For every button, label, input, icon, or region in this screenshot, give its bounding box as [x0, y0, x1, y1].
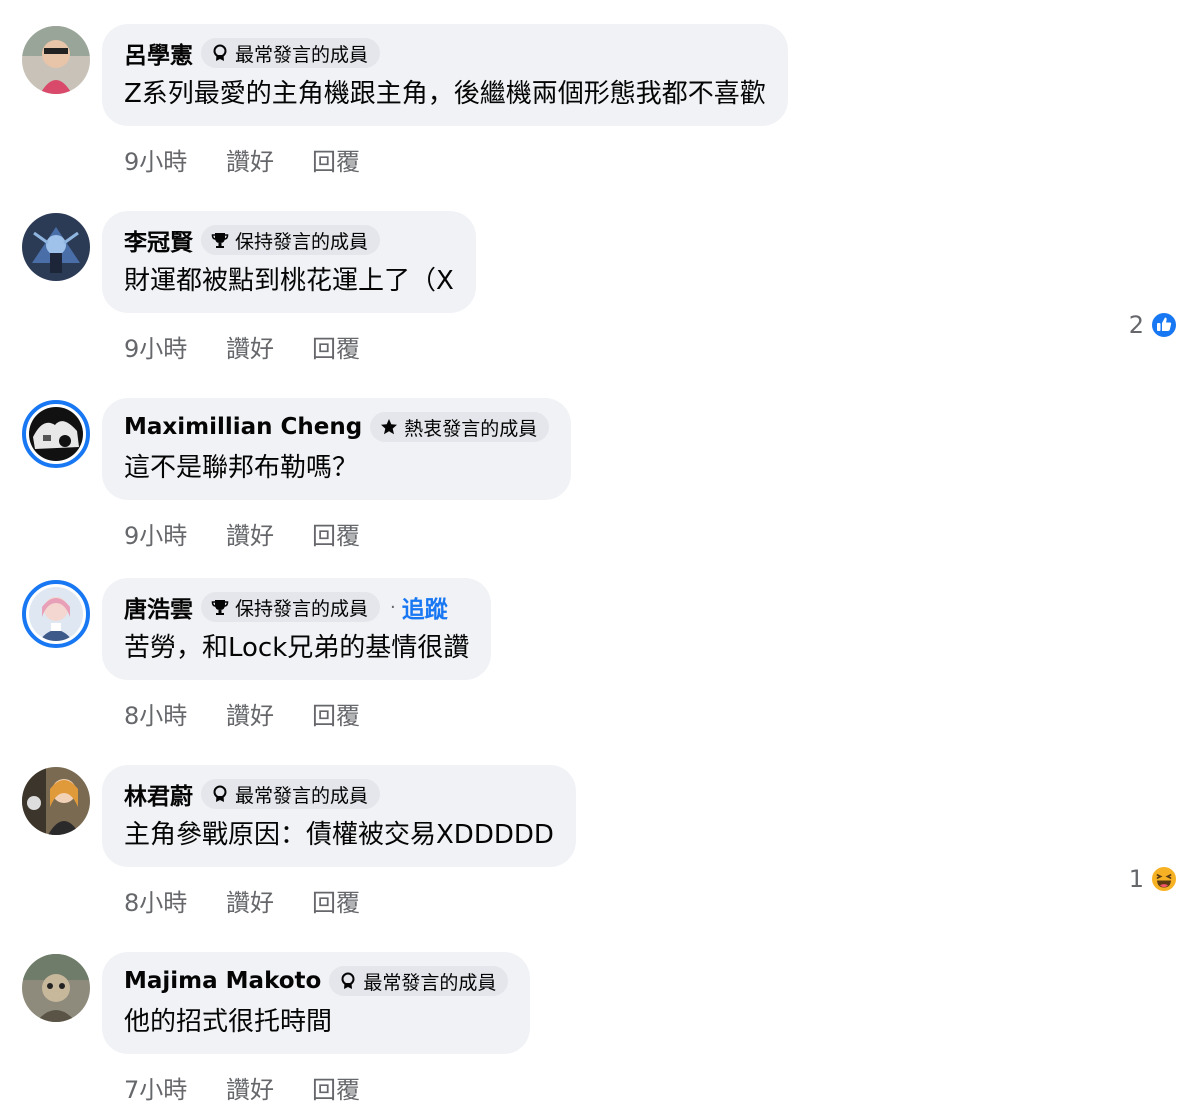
comment-text: Z系列最愛的主角機跟主角，後繼機兩個形態我都不喜歡 — [124, 79, 766, 109]
comment-bubble: 呂學憲 最常發言的成員 Z系列最愛的主角機跟主角，後繼機兩個形態我都不喜歡 — [102, 24, 788, 126]
reply-button[interactable]: 回覆 — [312, 329, 360, 364]
avatar[interactable] — [22, 213, 90, 281]
comment: Majima Makoto 最常發言的成員 他的招式很托時間 7小時 讚好 回覆 — [0, 952, 1200, 1112]
comment-actions: 9小時 讚好 回覆 — [124, 516, 360, 551]
comment-text: 苦勞，和Lock兄弟的基情很讚 — [124, 633, 470, 663]
reaction-count: 2 — [1128, 311, 1144, 339]
badge-label: 熱衷發言的成員 — [404, 417, 538, 440]
reaction-summary[interactable]: 1 — [1129, 865, 1178, 893]
comment-actions: 7小時 讚好 回覆 — [124, 1070, 360, 1105]
member-badge[interactable]: 保持發言的成員 — [201, 225, 381, 255]
avatar[interactable] — [22, 26, 90, 94]
like-button[interactable]: 讚好 — [226, 329, 312, 364]
comment-text: 財運都被點到桃花運上了（X — [124, 266, 454, 296]
follow-button[interactable]: 追蹤 — [402, 590, 448, 624]
reply-button[interactable]: 回覆 — [312, 1070, 360, 1105]
author-name[interactable]: 呂學憲 — [124, 36, 193, 70]
timestamp[interactable]: 8小時 — [124, 883, 226, 918]
reaction-count: 1 — [1128, 865, 1144, 893]
comment-bubble: Maximillian Cheng 熱衷發言的成員 這不是聯邦布勒嗎？ — [102, 398, 572, 500]
avatar[interactable] — [22, 954, 90, 1022]
member-badge[interactable]: 保持發言的成員 — [201, 592, 381, 622]
comment-text: 他的招式很托時間 — [124, 1007, 333, 1037]
member-badge[interactable]: 最常發言的成員 — [201, 779, 381, 809]
comment-bubble: Majima Makoto 最常發言的成員 他的招式很托時間 — [102, 952, 531, 1054]
avatar[interactable] — [22, 400, 90, 468]
haha-emoji-icon — [1150, 865, 1178, 893]
timestamp[interactable]: 9小時 — [124, 329, 226, 364]
avatar[interactable] — [22, 580, 90, 648]
author-name[interactable]: 唐浩雲 — [124, 590, 193, 624]
like-button[interactable]: 讚好 — [226, 883, 312, 918]
comment-actions: 9小時 讚好 回覆 — [124, 142, 360, 177]
comment: 唐浩雲 保持發言的成員 · 追蹤 苦勞，和Lock兄弟的基情很讚 8小時 讚好 … — [0, 578, 1200, 760]
comment-bubble: 唐浩雲 保持發言的成員 · 追蹤 苦勞，和Lock兄弟的基情很讚 — [102, 578, 492, 680]
comment-actions: 8小時 讚好 回覆 — [124, 883, 360, 918]
like-button[interactable]: 讚好 — [226, 696, 312, 731]
badge-label: 保持發言的成員 — [235, 597, 369, 620]
timestamp[interactable]: 9小時 — [124, 516, 226, 551]
rosette-icon — [211, 44, 229, 62]
reply-button[interactable]: 回覆 — [312, 883, 360, 918]
like-button[interactable]: 讚好 — [226, 516, 312, 551]
rosette-icon — [211, 785, 229, 803]
comment-actions: 9小時 讚好 回覆 — [124, 329, 360, 364]
like-button[interactable]: 讚好 — [226, 142, 312, 177]
comment-text: 這不是聯邦布勒嗎？ — [124, 453, 359, 483]
separator-dot: · — [390, 596, 396, 618]
timestamp[interactable]: 9小時 — [124, 142, 226, 177]
comment-bubble: 李冠賢 保持發言的成員 財運都被點到桃花運上了（X — [102, 211, 476, 313]
avatar[interactable] — [22, 767, 90, 835]
author-name[interactable]: 林君蔚 — [124, 777, 193, 811]
author-name[interactable]: 李冠賢 — [124, 223, 193, 257]
reply-button[interactable]: 回覆 — [312, 696, 360, 731]
comment-thread: 呂學憲 最常發言的成員 Z系列最愛的主角機跟主角，後繼機兩個形態我都不喜歡 9小… — [0, 0, 1200, 1112]
comment-text: 主角參戰原因：債權被交易XDDDDD — [124, 820, 554, 850]
badge-label: 最常發言的成員 — [235, 43, 369, 66]
comment: Maximillian Cheng 熱衷發言的成員 這不是聯邦布勒嗎？ 9小時 … — [0, 398, 1200, 580]
timestamp[interactable]: 7小時 — [124, 1070, 226, 1105]
like-button[interactable]: 讚好 — [226, 1070, 312, 1105]
rosette-icon — [339, 972, 357, 990]
badge-label: 最常發言的成員 — [363, 971, 497, 994]
comment: 呂學憲 最常發言的成員 Z系列最愛的主角機跟主角，後繼機兩個形態我都不喜歡 9小… — [0, 24, 1200, 206]
reply-button[interactable]: 回覆 — [312, 516, 360, 551]
like-thumb-icon — [1150, 311, 1178, 339]
badge-label: 最常發言的成員 — [235, 784, 369, 807]
star-icon — [380, 418, 398, 436]
author-name[interactable]: Maximillian Cheng — [124, 414, 362, 440]
timestamp[interactable]: 8小時 — [124, 696, 226, 731]
comment: 林君蔚 最常發言的成員 主角參戰原因：債權被交易XDDDDD 8小時 讚好 回覆… — [0, 765, 1200, 947]
member-badge[interactable]: 最常發言的成員 — [201, 38, 381, 68]
reaction-summary[interactable]: 2 — [1129, 311, 1178, 339]
member-badge[interactable]: 最常發言的成員 — [329, 966, 509, 996]
trophy-icon — [211, 231, 229, 249]
member-badge[interactable]: 熱衷發言的成員 — [370, 412, 550, 442]
reply-button[interactable]: 回覆 — [312, 142, 360, 177]
comment-actions: 8小時 讚好 回覆 — [124, 696, 360, 731]
badge-label: 保持發言的成員 — [235, 230, 369, 253]
trophy-icon — [211, 598, 229, 616]
comment-bubble: 林君蔚 最常發言的成員 主角參戰原因：債權被交易XDDDDD — [102, 765, 576, 867]
author-name[interactable]: Majima Makoto — [124, 968, 321, 994]
comment: 李冠賢 保持發言的成員 財運都被點到桃花運上了（X 9小時 讚好 回覆 2 — [0, 211, 1200, 393]
